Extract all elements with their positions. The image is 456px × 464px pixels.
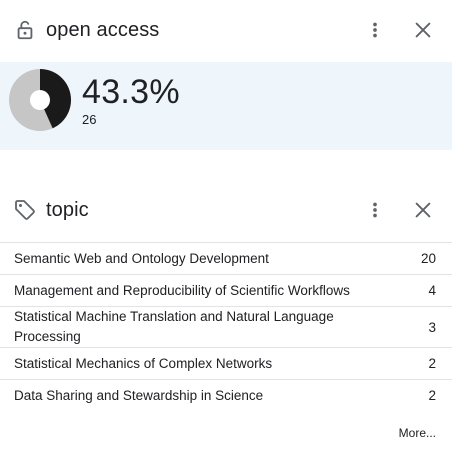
topic-label: Management and Reproducibility of Scient… [14, 282, 350, 298]
open-access-count: 26 [82, 112, 97, 127]
open-access-percent: 43.3% [82, 73, 180, 111]
topic-label: Semantic Web and Ontology Development [14, 250, 269, 266]
donut-hole [30, 90, 50, 110]
topic-count: 20 [420, 251, 436, 266]
topic-label: Statistical Mechanics of Complex Network… [14, 355, 273, 371]
more-vert-icon[interactable] [362, 197, 388, 223]
close-icon[interactable] [410, 197, 436, 223]
open-access-title: open access [46, 18, 160, 41]
more-vert-icon[interactable] [362, 17, 388, 43]
topic-row[interactable]: Management and Reproducibility of Scient… [0, 274, 452, 306]
close-icon[interactable] [410, 17, 436, 43]
lock-open-icon [12, 17, 38, 43]
topic-row[interactable]: Statistical Mechanics of Complex Network… [0, 347, 452, 379]
topic-row[interactable]: Statistical Machine Translation and Natu… [0, 306, 452, 347]
tag-icon [12, 197, 38, 223]
topic-count: 2 [428, 356, 436, 371]
open-access-header: open access [0, 10, 452, 50]
topic-header: topic [0, 190, 452, 230]
topic-label: Statistical Machine Translation and Natu… [14, 309, 334, 344]
topic-count: 4 [428, 283, 436, 298]
topic-row[interactable]: Data Sharing and Stewardship in Science … [0, 379, 452, 411]
open-access-donut-chart [9, 69, 71, 131]
topic-row[interactable]: Semantic Web and Ontology Development 20 [0, 242, 452, 274]
topic-count: 3 [428, 319, 436, 335]
topic-label: Data Sharing and Stewardship in Science [14, 387, 264, 403]
more-link[interactable]: More... [399, 426, 436, 440]
open-access-summary: 43.3% 26 [0, 62, 452, 150]
topic-count: 2 [428, 388, 436, 403]
topic-title: topic [46, 198, 89, 221]
topic-list: Semantic Web and Ontology Development 20… [0, 242, 452, 411]
